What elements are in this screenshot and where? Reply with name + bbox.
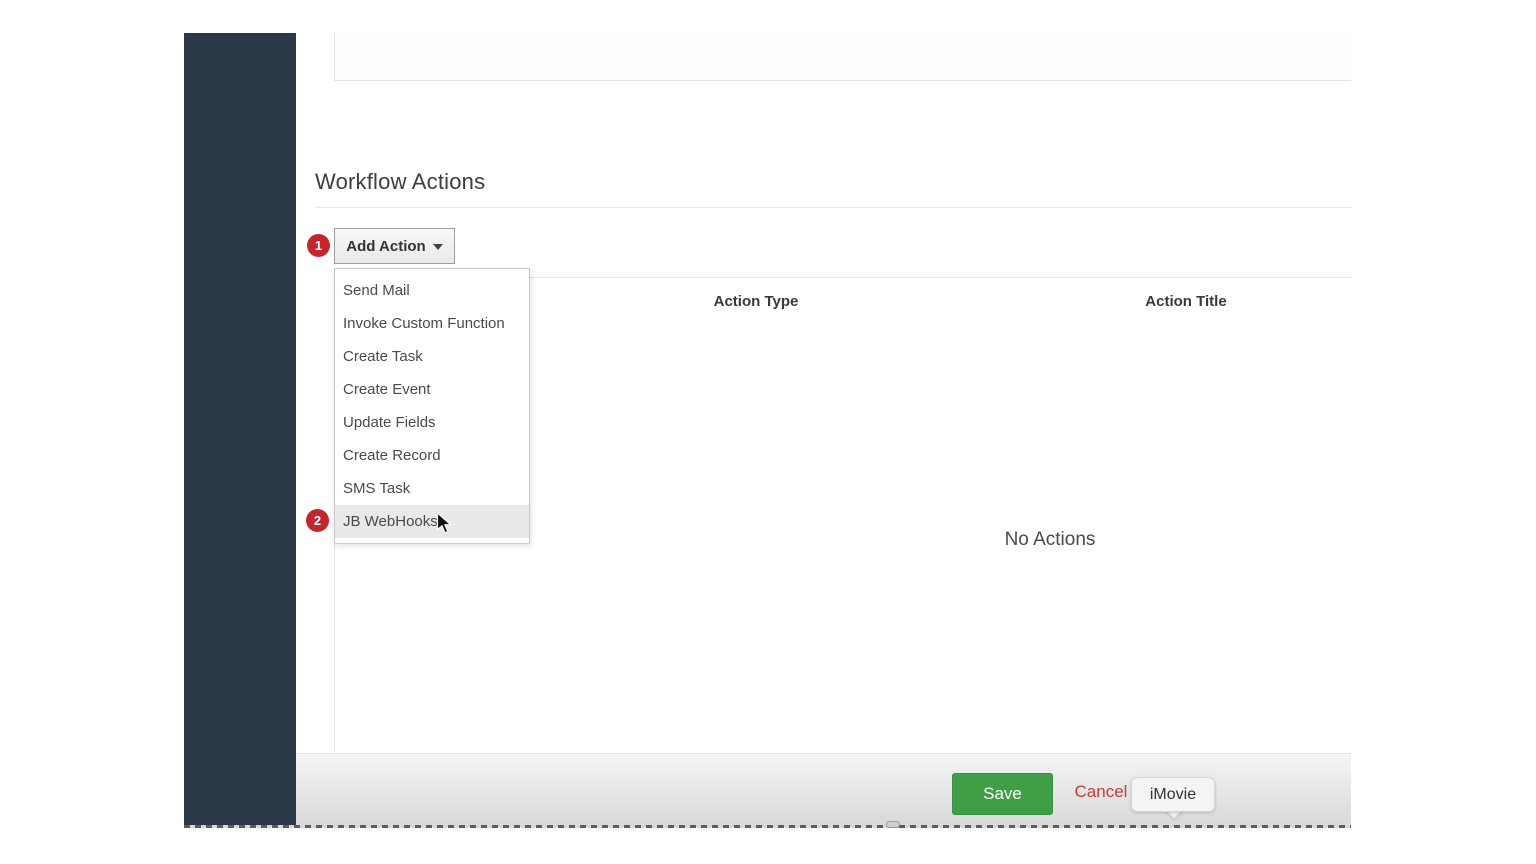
save-button[interactable]: Save [952,773,1053,815]
no-actions-text: No Actions [950,529,1150,551]
step-2-badge: 2 [306,509,329,532]
menu-item-create-task[interactable]: Create Task [335,340,529,373]
add-action-button[interactable]: Add Action [334,228,455,264]
mouse-cursor [436,512,453,540]
menu-item-update-fields[interactable]: Update Fields [335,406,529,439]
imovie-tooltip: iMovie [1131,777,1215,812]
chevron-down-icon [433,244,443,250]
page-title: Workflow Actions [315,169,485,195]
capture-region-drag-handle[interactable] [886,821,900,828]
capture-region-dashed-border [184,825,1351,828]
column-header-action-type: Action Type [656,293,856,310]
cancel-button[interactable]: Cancel [1072,782,1130,802]
menu-item-send-mail[interactable]: Send Mail [335,274,529,307]
menu-item-jb-webhooks[interactable]: JB WebHooks [335,505,529,538]
add-action-label: Add Action [346,238,425,255]
menu-item-create-record[interactable]: Create Record [335,439,529,472]
column-header-action-title: Action Title [1086,293,1286,310]
add-action-dropdown-menu: Send Mail Invoke Custom Function Create … [334,268,530,544]
menu-item-sms-task[interactable]: SMS Task [335,472,529,505]
menu-item-invoke-custom-function[interactable]: Invoke Custom Function [335,307,529,340]
title-divider [315,207,1351,208]
previous-section-box [334,33,1351,81]
menu-item-create-event[interactable]: Create Event [335,373,529,406]
sidebar [184,33,296,825]
step-1-badge: 1 [307,234,330,257]
